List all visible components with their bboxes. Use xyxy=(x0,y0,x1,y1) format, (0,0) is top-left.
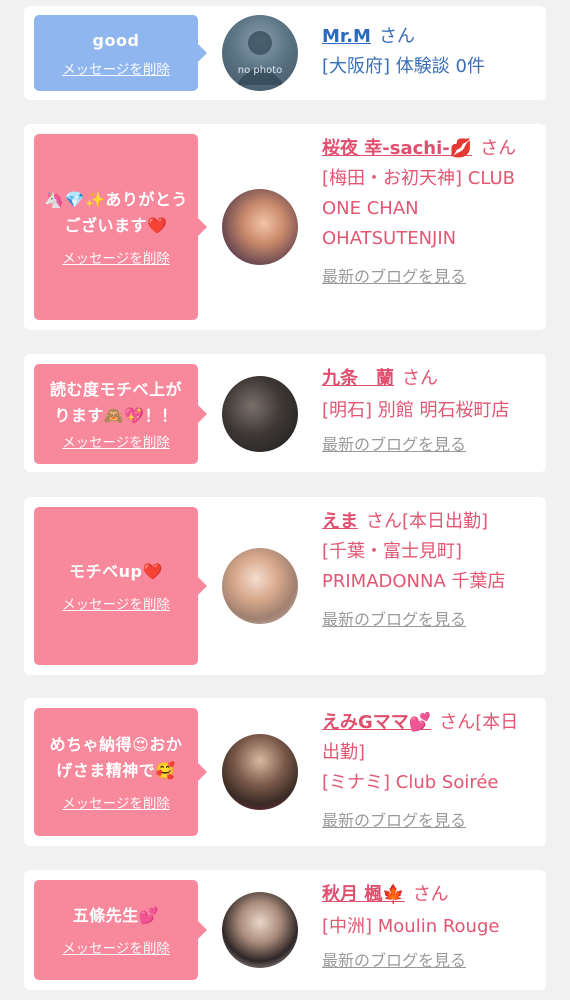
message-bubble: good メッセージを削除 xyxy=(34,15,207,91)
user-name-link[interactable]: 九条 蘭 xyxy=(322,368,394,389)
honorific: さん xyxy=(480,138,517,159)
avatar[interactable] xyxy=(222,189,298,265)
latest-blog-link[interactable]: 最新のブログを見る xyxy=(322,605,534,635)
shop-info: [千葉・富士見町] PRIMADONNA 千葉店 xyxy=(322,541,506,592)
no-photo-silhouette-icon: no photo xyxy=(236,31,284,85)
message-bubble: めちゃ納得😍おかげさま精神で🥰 メッセージを削除 xyxy=(34,708,207,836)
user-info: えま さん[本日出勤] [千葉・富士見町] PRIMADONNA 千葉店 最新のブ… xyxy=(322,507,534,635)
avatar[interactable] xyxy=(222,376,298,452)
status-badge: [本日出勤] xyxy=(402,511,489,532)
shop-info: [ミナミ] Club Soirée xyxy=(322,772,499,793)
latest-blog-link[interactable]: 最新のブログを見る xyxy=(322,430,534,460)
message-text: 五條先生💕 xyxy=(72,906,160,925)
delete-message-link[interactable]: メッセージを削除 xyxy=(62,431,170,451)
delete-message-link[interactable]: メッセージを削除 xyxy=(62,593,170,613)
user-info: 秋月 楓🍁 さん [中洲] Moulin Rouge 最新のブログを見る xyxy=(322,880,534,976)
delete-message-link[interactable]: メッセージを削除 xyxy=(62,937,170,957)
latest-blog-link[interactable]: 最新のブログを見る xyxy=(322,946,534,976)
honorific: さん xyxy=(366,511,402,532)
message-bubble: 読む度モチベ上がります🙈💖！！ メッセージを削除 xyxy=(34,364,207,464)
message-bubble: モチベup❤️ メッセージを削除 xyxy=(34,507,207,665)
message-text: 🦄💎✨ありがとうございます❤️ xyxy=(44,190,188,235)
user-info: 九条 蘭さん [明石] 別館 明石桜町店 最新のブログを見る xyxy=(322,364,534,460)
delete-message-link[interactable]: メッセージを削除 xyxy=(62,58,170,78)
shop-info: [大阪府] 体験談 0件 xyxy=(322,56,485,77)
honorific: さん xyxy=(439,712,476,733)
user-name-link[interactable]: えみGママ💕 xyxy=(322,712,431,733)
honorific: さん xyxy=(378,26,415,47)
message-text: めちゃ納得😍おかげさま精神で🥰 xyxy=(49,735,183,780)
user-name-link[interactable]: えま xyxy=(322,511,358,532)
message-card: 五條先生💕 メッセージを削除 秋月 楓🍁 さん [中洲] Moulin Rouge… xyxy=(24,870,546,990)
avatar[interactable] xyxy=(222,734,298,810)
message-card: 読む度モチベ上がります🙈💖！！ メッセージを削除 九条 蘭さん [明石] 別館 … xyxy=(24,354,546,472)
user-info: Mr.M さん [大阪府] 体験談 0件 xyxy=(322,22,534,82)
user-info: えみGママ💕 さん[本日出勤] [ミナミ] Club Soirée 最新のブログを… xyxy=(322,708,534,836)
message-text: 読む度モチベ上がります🙈💖！！ xyxy=(49,380,182,425)
avatar[interactable] xyxy=(222,548,298,624)
message-bubble: 🦄💎✨ありがとうございます❤️ メッセージを削除 xyxy=(34,134,207,320)
user-name-link[interactable]: 秋月 楓🍁 xyxy=(322,884,405,905)
latest-blog-link[interactable]: 最新のブログを見る xyxy=(322,806,534,836)
message-text: モチベup❤️ xyxy=(69,562,163,581)
user-name-link[interactable]: 桜夜 幸-sachi-💋 xyxy=(322,138,472,159)
avatar[interactable] xyxy=(222,892,298,968)
message-card: モチベup❤️ メッセージを削除 えま さん[本日出勤] [千葉・富士見町] PR… xyxy=(24,497,546,675)
message-card: めちゃ納得😍おかげさま精神で🥰 メッセージを削除 えみGママ💕 さん[本日出勤] … xyxy=(24,698,546,846)
message-card: 🦄💎✨ありがとうございます❤️ メッセージを削除 桜夜 幸-sachi-💋 さん … xyxy=(24,124,546,330)
delete-message-link[interactable]: メッセージを削除 xyxy=(62,792,170,812)
shop-info: [明石] 別館 明石桜町店 xyxy=(322,400,510,421)
latest-blog-link[interactable]: 最新のブログを見る xyxy=(322,262,534,292)
delete-message-link[interactable]: メッセージを削除 xyxy=(62,247,170,267)
shop-info: [中洲] Moulin Rouge xyxy=(322,916,500,937)
message-card: good メッセージを削除 no photo Mr.M さん [大阪府] 体験談 … xyxy=(24,6,546,100)
honorific: さん xyxy=(412,884,449,905)
user-name-link[interactable]: Mr.M xyxy=(322,26,371,47)
no-photo-label: no photo xyxy=(238,65,282,76)
message-bubble: 五條先生💕 メッセージを削除 xyxy=(34,880,207,980)
user-info: 桜夜 幸-sachi-💋 さん [梅田・お初天神] CLUB ONE CHAN O… xyxy=(322,134,534,292)
shop-info: [梅田・お初天神] CLUB ONE CHAN OHATSUTENJIN xyxy=(322,168,515,249)
honorific: さん xyxy=(402,368,438,389)
message-text: good xyxy=(92,31,140,50)
avatar[interactable]: no photo xyxy=(222,15,298,91)
